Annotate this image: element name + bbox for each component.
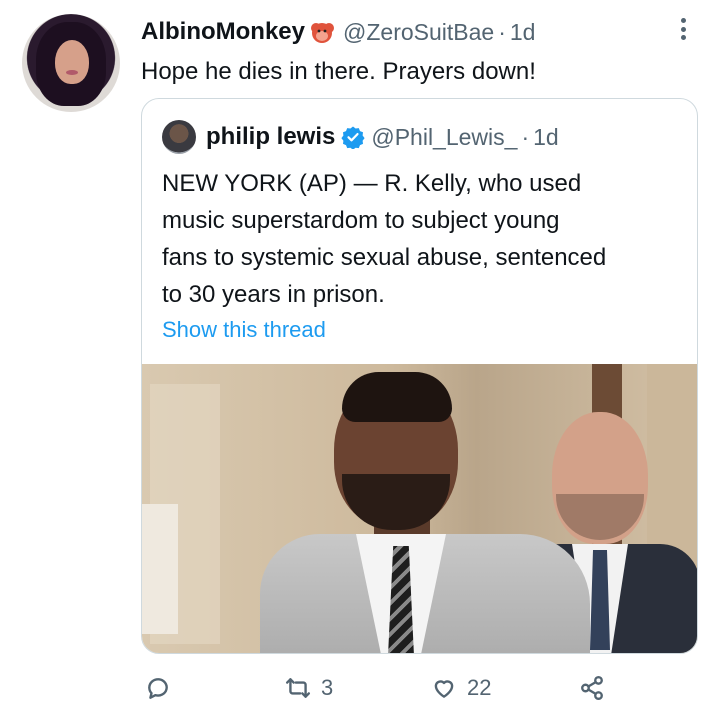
share-icon [581, 675, 603, 701]
quoted-text-line: to 30 years in prison. [162, 281, 385, 308]
quoted-author-name: philip lewis [206, 123, 336, 150]
quoted-tweet-header: philip lewis @Phil_Lewis_ · 1d [162, 120, 559, 154]
quoted-tweet-timestamp: 1d [533, 123, 559, 150]
like-count: 22 [467, 675, 492, 700]
tweet-text: Hope he dies in there. Prayers down! [141, 58, 536, 85]
author-avatar[interactable] [22, 14, 120, 112]
quoted-text-line: music superstardom to subject young [162, 207, 560, 234]
monkey-emoji-icon [311, 23, 335, 43]
tweet-timestamp[interactable]: 1d [510, 19, 536, 46]
retweet-icon [285, 678, 311, 698]
verified-badge-icon [341, 126, 365, 149]
more-options-icon[interactable] [676, 14, 690, 44]
retweet-count: 3 [321, 675, 334, 700]
quoted-author-handle: @Phil_Lewis_ [371, 123, 518, 150]
retweet-button[interactable]: 3 [285, 670, 333, 706]
separator-dot: · [521, 123, 530, 150]
quoted-text-line: NEW YORK (AP) — R. Kelly, who used [162, 170, 582, 197]
author-handle[interactable]: @ZeroSuitBae [343, 19, 494, 46]
show-thread-link[interactable]: Show this thread [162, 317, 326, 343]
quoted-tweet-text: NEW YORK (AP) — R. Kelly, who used music… [162, 165, 682, 313]
tweet-header: AlbinoMonkey @ZeroSuitBae · 1d [141, 16, 535, 48]
quoted-tweet-photo[interactable] [142, 364, 697, 653]
quoted-text-line: fans to systemic sexual abuse, sentenced [162, 244, 607, 271]
share-button[interactable] [579, 670, 605, 706]
quoted-author-avatar [162, 120, 196, 154]
like-button[interactable]: 22 [431, 670, 491, 706]
heart-icon [434, 680, 454, 698]
tweet-actions-bar: 3 22 [141, 670, 698, 706]
author-name[interactable]: AlbinoMonkey [141, 18, 305, 46]
reply-icon [148, 678, 168, 699]
separator-dot: · [498, 18, 506, 45]
quoted-tweet-card[interactable]: philip lewis @Phil_Lewis_ · 1d NEW YORK … [141, 98, 698, 654]
reply-button[interactable] [145, 670, 181, 706]
